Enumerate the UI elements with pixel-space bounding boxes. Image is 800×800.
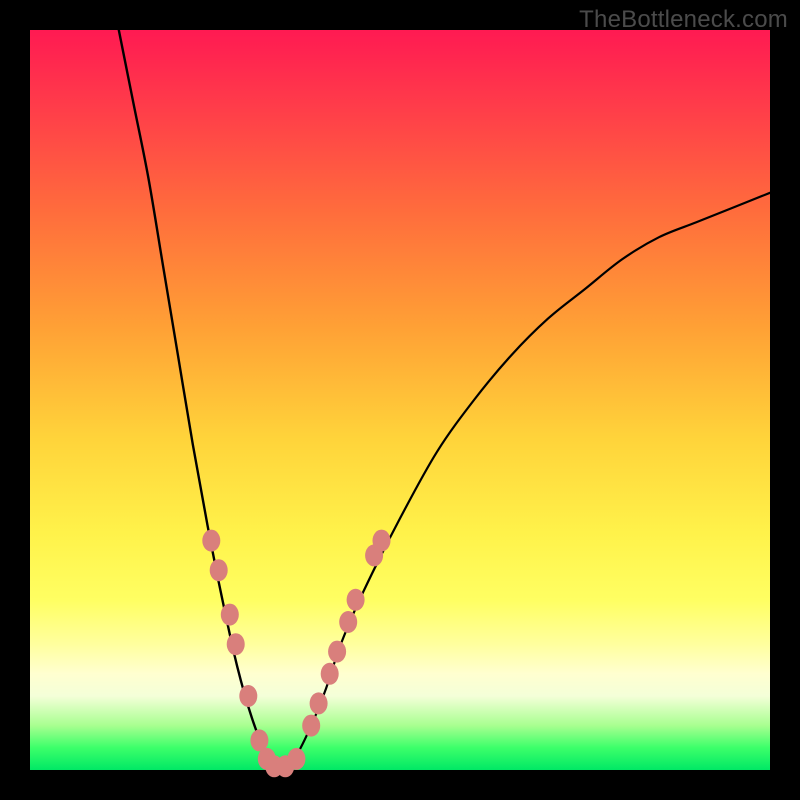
left-branch-curve [119,30,282,770]
trough-marker [227,633,245,655]
trough-marker [202,530,220,552]
trough-marker [328,641,346,663]
trough-marker [287,748,305,770]
watermark-text: TheBottleneck.com [579,6,788,34]
trough-marker [210,559,228,581]
trough-marker [310,692,328,714]
trough-marker [302,715,320,737]
trough-marker [239,685,257,707]
right-branch-curve [282,193,770,770]
plot-area [30,30,770,770]
trough-marker [339,611,357,633]
trough-marker [221,604,239,626]
chart-frame: TheBottleneck.com [0,0,800,800]
trough-marker [347,589,365,611]
curves-layer [30,30,770,770]
trough-marker [321,663,339,685]
trough-markers [202,530,390,778]
trough-marker [373,530,391,552]
